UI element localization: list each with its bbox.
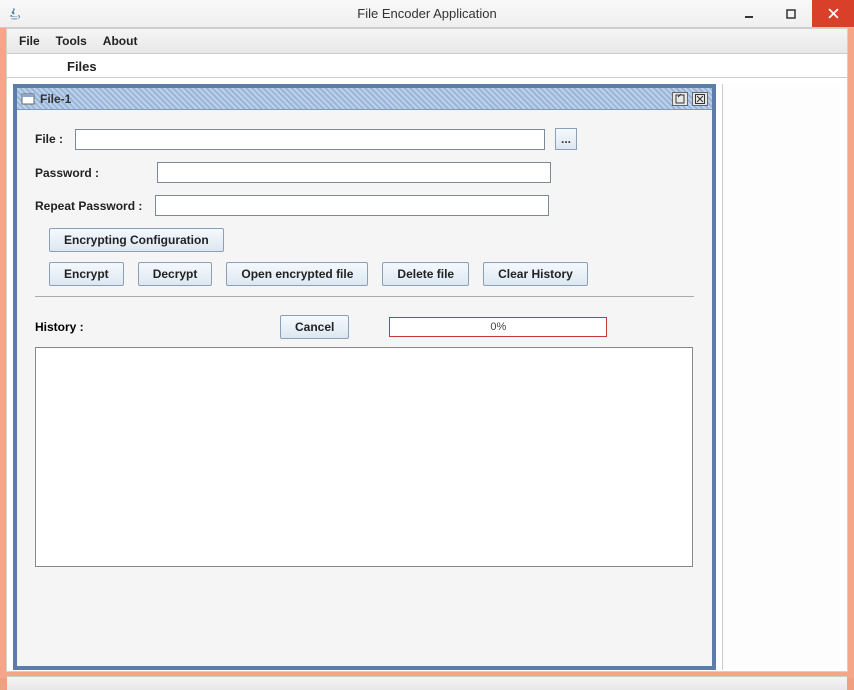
maximize-button[interactable] <box>770 0 812 27</box>
file-label: File : <box>35 132 75 146</box>
content-frame: File Tools About Files File-1 <box>0 28 854 678</box>
internal-title: File-1 <box>40 92 71 106</box>
window-controls <box>728 0 854 27</box>
menubar: File Tools About <box>7 29 847 54</box>
close-button[interactable] <box>812 0 854 27</box>
history-label: History : <box>35 320 235 334</box>
minimize-button[interactable] <box>728 0 770 27</box>
window-title: File Encoder Application <box>357 6 496 21</box>
open-encrypted-button[interactable]: Open encrypted file <box>226 262 368 286</box>
progress-bar: 0% <box>389 317 607 337</box>
form-body: File : ... Password : Repeat Password : <box>17 110 712 577</box>
statusbar <box>7 676 847 690</box>
inner-window: File Tools About Files File-1 <box>6 28 848 672</box>
password-input[interactable] <box>157 162 551 183</box>
application-window: File Encoder Application File Tools Abou… <box>0 0 854 678</box>
history-textarea[interactable] <box>35 347 693 567</box>
internal-maximize-icon[interactable] <box>672 92 688 106</box>
delete-file-button[interactable]: Delete file <box>382 262 469 286</box>
clear-history-button[interactable]: Clear History <box>483 262 588 286</box>
divider <box>35 296 694 297</box>
menu-tools[interactable]: Tools <box>48 31 95 51</box>
right-panel <box>722 84 841 670</box>
encrypting-config-button[interactable]: Encrypting Configuration <box>49 228 224 252</box>
file-input[interactable] <box>75 129 545 150</box>
document-icon <box>21 93 35 105</box>
tab-files[interactable]: Files <box>57 56 107 77</box>
menu-about[interactable]: About <box>95 31 146 51</box>
cancel-button[interactable]: Cancel <box>280 315 349 339</box>
internal-close-icon[interactable] <box>692 92 708 106</box>
java-icon <box>8 6 24 22</box>
internal-titlebar[interactable]: File-1 <box>17 88 712 110</box>
decrypt-button[interactable]: Decrypt <box>138 262 213 286</box>
internal-controls <box>672 92 708 106</box>
encrypt-button[interactable]: Encrypt <box>49 262 124 286</box>
titlebar[interactable]: File Encoder Application <box>0 0 854 28</box>
repeat-password-label: Repeat Password : <box>35 199 155 213</box>
workspace: File-1 File : <box>7 78 847 676</box>
menu-file[interactable]: File <box>11 31 48 51</box>
tabbar: Files <box>7 54 847 78</box>
internal-frame: File-1 File : <box>13 84 716 670</box>
repeat-password-input[interactable] <box>155 195 549 216</box>
password-label: Password : <box>35 166 115 180</box>
browse-button[interactable]: ... <box>555 128 577 150</box>
